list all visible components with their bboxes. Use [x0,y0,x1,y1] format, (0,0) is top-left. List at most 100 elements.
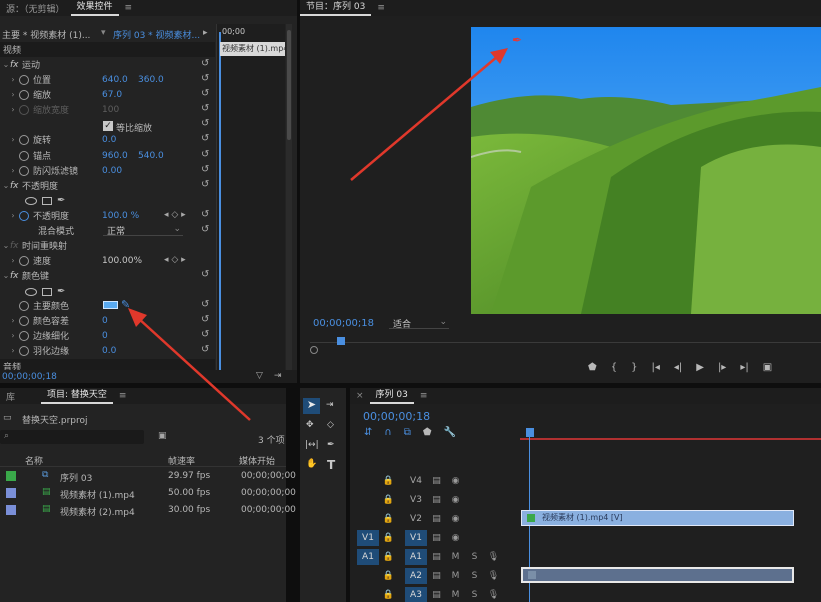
track-select-icon[interactable]: ⇥ [326,400,334,410]
microphone-icon[interactable]: 🎙 [484,590,503,600]
sync-icon[interactable]: ▤ [427,533,446,543]
key-color-swatch[interactable] [103,301,118,309]
mini-playhead[interactable] [219,32,221,372]
position-y-value[interactable]: 360.0 [138,75,164,85]
chevron-right-icon[interactable]: › [9,166,17,175]
chevron-down-icon[interactable]: ⌄ [2,181,10,190]
edge-thin-value[interactable]: 0 [102,331,108,341]
go-to-in-icon[interactable]: |◂ [651,362,659,373]
reset-icon[interactable]: ↺ [201,73,209,84]
source-patch[interactable]: V1 [357,529,379,546]
program-timecode[interactable]: 00;00;00;18 [313,318,374,329]
lock-icon[interactable]: 🔒 [379,495,398,505]
lock-icon[interactable]: 🔒 [379,533,398,543]
source-patch[interactable]: A1 [357,548,379,565]
razor-icon[interactable]: ◇ [327,420,334,430]
chevron-right-icon[interactable]: › [9,211,17,220]
eye-icon[interactable]: ◉ [446,476,465,486]
lock-icon[interactable]: 🔒 [379,552,398,562]
tab-source[interactable]: 源：（无剪辑） [0,2,71,15]
chevron-down-icon[interactable]: ⌄ [2,60,10,69]
eye-icon[interactable]: ◉ [446,514,465,524]
stopwatch-icon[interactable] [19,330,29,341]
eye-icon[interactable]: ◉ [446,533,465,543]
effect-motion[interactable]: ⌄ fx 运动 [0,57,40,72]
column-name[interactable]: 名称 [25,454,43,467]
mute-button[interactable]: M [446,590,465,600]
anchor-y-value[interactable]: 540.0 [138,151,164,161]
eye-icon[interactable]: ◉ [446,495,465,505]
solo-button[interactable]: S [465,590,484,600]
chevron-right-icon[interactable]: › [9,316,17,325]
effect-color-key[interactable]: ⌄ fx 颜色键 [0,268,49,283]
effect-timecode[interactable]: 00;00;00;18 [2,372,57,382]
type-tool-icon[interactable]: T [327,458,335,472]
go-to-out-icon[interactable]: ▸| [740,362,748,373]
mark-in-icon[interactable]: { [611,362,617,373]
track-name[interactable]: V3 [405,492,427,508]
reset-icon[interactable]: ↺ [201,179,209,190]
pen-mask-icon[interactable]: ✒ [57,195,65,206]
video-clip-v2[interactable]: 视频素材 (1).mp4 [V] [521,510,794,526]
chevron-right-icon[interactable]: › [9,135,17,144]
reset-icon[interactable]: ↺ [201,118,209,129]
slip-tool-icon[interactable]: |↔| [305,440,319,450]
audio-clip-a2[interactable] [521,567,794,583]
reset-icon[interactable]: ↺ [201,224,209,235]
stopwatch-icon[interactable] [19,89,29,100]
lock-icon[interactable]: 🔒 [379,590,398,600]
reset-icon[interactable]: ↺ [201,209,209,220]
opacity-value[interactable]: 100.0 % [102,211,139,221]
program-scrub-bar[interactable] [310,342,821,350]
track-name[interactable]: V4 [405,473,427,489]
play-only-audio-icon[interactable]: ▸ [203,28,208,38]
program-video-frame[interactable]: ✒ [471,27,821,314]
new-bin-icon[interactable]: ▣ [158,431,167,441]
stopwatch-icon[interactable] [19,74,29,85]
reset-icon[interactable]: ↺ [201,344,209,355]
column-start[interactable]: 媒体开始 [239,454,275,467]
stopwatch-icon[interactable] [19,210,29,221]
ellipse-mask-icon[interactable] [25,287,37,296]
feather-value[interactable]: 0.0 [102,346,116,356]
timeline-playhead-head[interactable] [526,428,534,437]
keyframe-nav-icon[interactable]: ◂ ◇ ▸ [164,255,186,265]
sync-icon[interactable]: ▤ [427,590,446,600]
lock-icon[interactable]: 🔒 [379,476,398,486]
fx-icon[interactable]: fx [10,271,22,281]
panel-menu-icon[interactable]: ≡ [119,3,139,13]
selection-tool-icon[interactable]: ➤ [303,398,320,414]
reset-icon[interactable]: ↺ [201,299,209,310]
rectangle-mask-icon[interactable] [42,196,52,205]
reset-icon[interactable]: ↺ [201,314,209,325]
list-item[interactable]: ▤ 视频素材 (2).mp4 30.00 fps 00;00;00;00 [0,502,296,519]
lock-icon[interactable]: 🔒 [379,514,398,524]
timeline-ruler[interactable] [520,428,821,440]
keyframe-nav-icon[interactable]: ◂ ◇ ▸ [164,210,186,220]
filter-icon[interactable]: ▽ [256,371,263,381]
stopwatch-icon[interactable] [19,165,29,176]
reset-icon[interactable]: ↺ [201,133,209,144]
rectangle-mask-icon[interactable] [42,287,52,296]
project-search-input[interactable]: ⌕ [0,430,144,444]
eyedropper-icon[interactable]: ✎ [121,298,130,311]
chevron-down-icon[interactable]: ⌄ [2,241,10,250]
reset-icon[interactable]: ↺ [201,329,209,340]
chevron-right-icon[interactable]: › [9,346,17,355]
step-forward-icon[interactable]: |▸ [718,362,726,373]
reset-icon[interactable]: ↺ [201,164,209,175]
reset-icon[interactable]: ↺ [201,88,209,99]
tab-project[interactable]: 项目: 替换天空 [41,388,113,404]
stopwatch-icon[interactable] [19,134,29,145]
tab-program[interactable]: 节目：序列 03 [300,0,372,16]
microphone-icon[interactable]: 🎙 [484,552,503,562]
column-fps[interactable]: 帧速率 [168,454,195,467]
sync-icon[interactable]: ▤ [427,571,446,581]
hand-tool-icon[interactable]: ✋ [306,459,317,469]
track-name[interactable]: V1 [405,529,427,546]
reset-icon[interactable]: ↺ [201,103,209,114]
stopwatch-icon[interactable] [19,255,29,266]
reset-icon[interactable]: ↺ [201,149,209,160]
list-item[interactable]: ▤ 视频素材 (1).mp4 50.00 fps 00;00;00;00 [0,485,296,502]
chevron-right-icon[interactable]: › [9,256,17,265]
